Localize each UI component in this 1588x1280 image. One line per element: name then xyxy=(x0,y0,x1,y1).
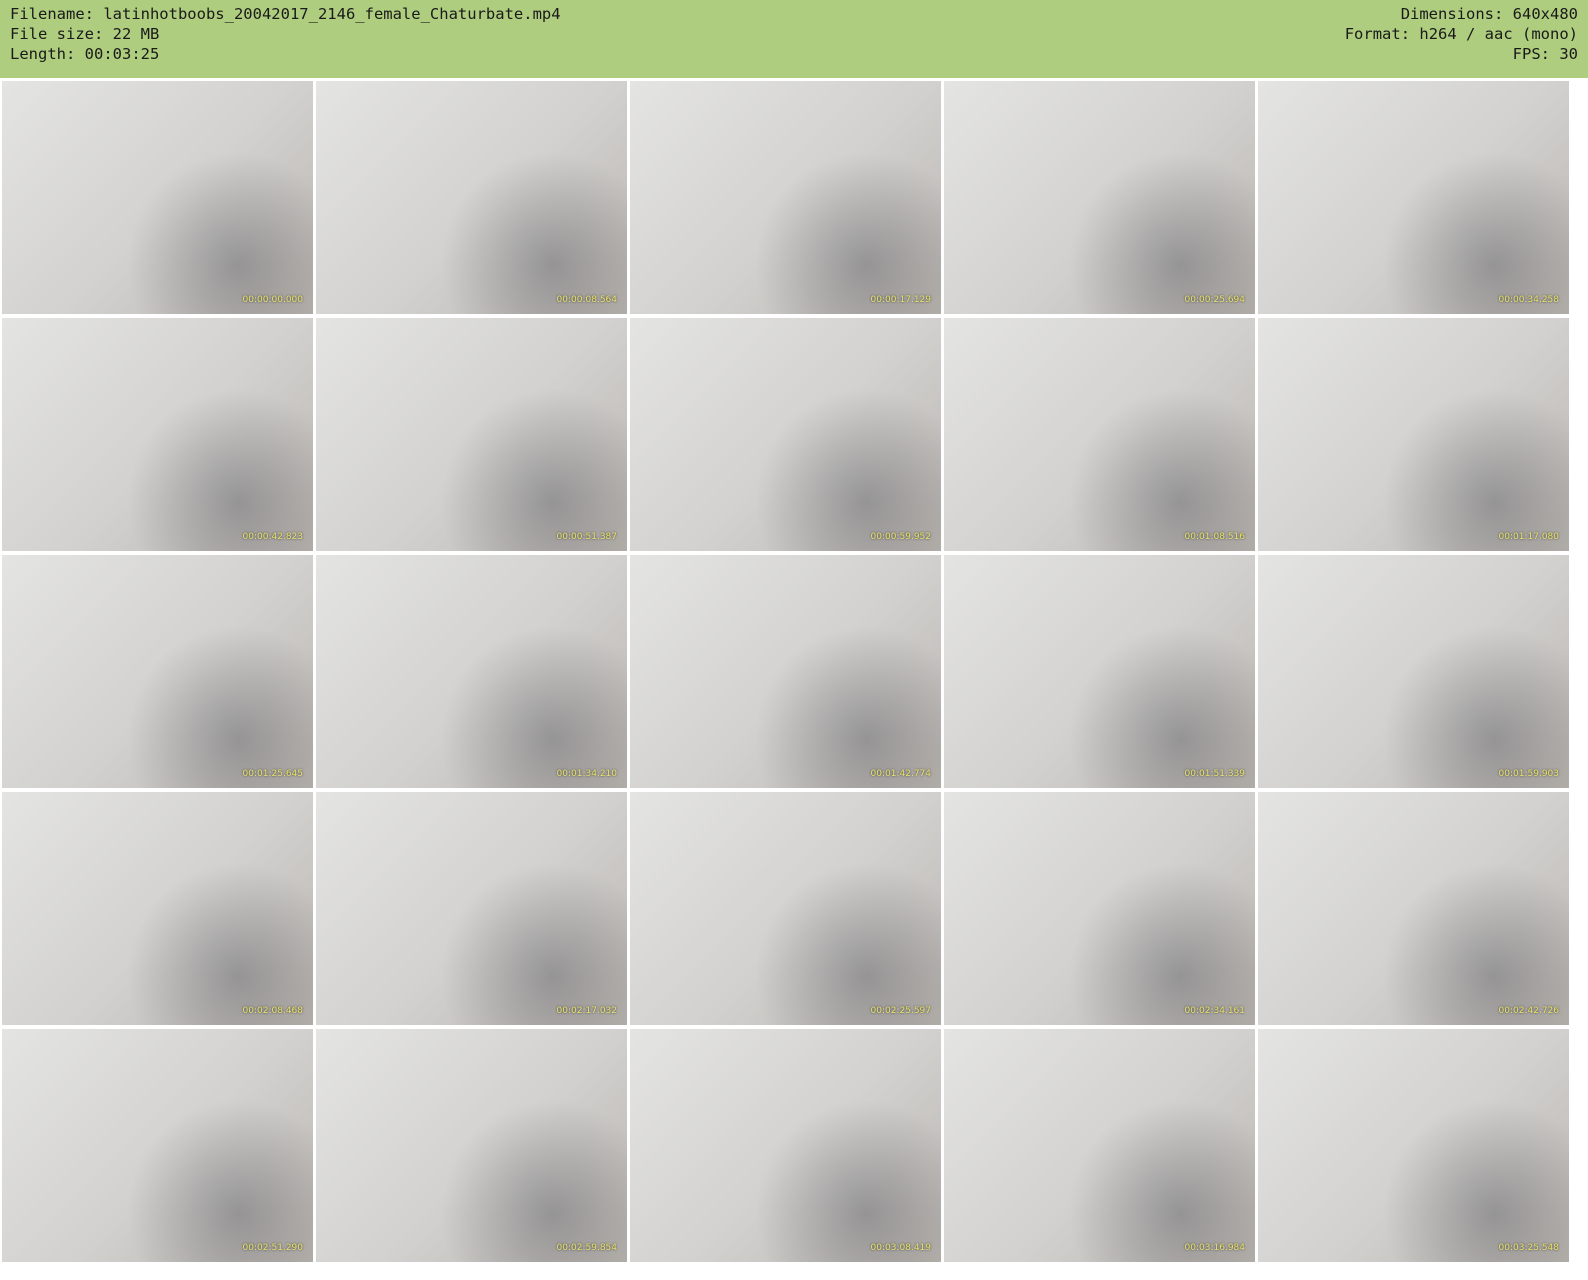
frame-timestamp: 00:03:16.984 xyxy=(1184,1243,1245,1253)
frame-timestamp: 00:00:08.564 xyxy=(556,295,617,305)
frame-timestamp: 00:03:25.548 xyxy=(1498,1243,1559,1253)
frame-timestamp: 00:00:51.387 xyxy=(556,532,617,542)
frame-image-placeholder xyxy=(1382,624,1569,788)
frame-timestamp: 00:00:34.258 xyxy=(1498,295,1559,305)
frame-timestamp: 00:02:08.468 xyxy=(242,1006,303,1016)
frame-image-placeholder xyxy=(754,624,941,788)
video-frame-thumbnail: 00:00:08.564 xyxy=(316,81,627,314)
frame-timestamp: 00:01:17.080 xyxy=(1498,532,1559,542)
file-size: File size: 22 MB xyxy=(10,25,160,43)
frame-image-placeholder xyxy=(754,861,941,1025)
video-frame-thumbnail: 00:00:00.000 xyxy=(2,81,313,314)
frame-timestamp: 00:00:59.952 xyxy=(870,532,931,542)
file-info-left: Filename: latinhotboobs_20042017_2146_fe… xyxy=(10,4,561,64)
frame-timestamp: 00:02:17.032 xyxy=(556,1006,617,1016)
frame-timestamp: 00:01:25.645 xyxy=(242,769,303,779)
frame-image-placeholder xyxy=(440,387,627,551)
video-frame-thumbnail: 00:01:08.516 xyxy=(944,318,1255,551)
file-info-right: Dimensions: 640x480 Format: h264 / aac (… xyxy=(1345,4,1578,64)
frame-image-placeholder xyxy=(754,387,941,551)
frame-timestamp: 00:02:25.597 xyxy=(870,1006,931,1016)
frame-timestamp: 00:01:42.774 xyxy=(870,769,931,779)
format: Format: h264 / aac (mono) xyxy=(1344,25,1578,43)
frame-image-placeholder xyxy=(1068,387,1255,551)
video-frame-thumbnail: 00:02:59.854 xyxy=(316,1029,627,1262)
frame-image-placeholder xyxy=(1382,150,1569,314)
video-frame-thumbnail: 00:00:59.952 xyxy=(630,318,941,551)
video-frame-thumbnail: 00:00:17.129 xyxy=(630,81,941,314)
video-frame-thumbnail: 00:02:51.290 xyxy=(2,1029,313,1262)
frame-image-placeholder xyxy=(126,387,313,551)
frame-timestamp: 00:01:59.903 xyxy=(1498,769,1559,779)
frame-timestamp: 00:02:51.290 xyxy=(242,1243,303,1253)
dimensions: Dimensions: 640x480 xyxy=(1400,5,1578,23)
video-frame-thumbnail: 00:03:25.548 xyxy=(1258,1029,1569,1262)
frame-image-placeholder xyxy=(1068,1098,1255,1262)
video-frame-thumbnail: 00:02:34.161 xyxy=(944,792,1255,1025)
frame-image-placeholder xyxy=(1068,624,1255,788)
filename: Filename: latinhotboobs_20042017_2146_fe… xyxy=(10,5,561,23)
length: Length: 00:03:25 xyxy=(10,45,160,63)
video-frame-thumbnail: 00:00:34.258 xyxy=(1258,81,1569,314)
frame-timestamp: 00:00:17.129 xyxy=(870,295,931,305)
video-frame-thumbnail: 00:02:42.726 xyxy=(1258,792,1569,1025)
frame-image-placeholder xyxy=(440,1098,627,1262)
video-frame-thumbnail: 00:01:34.210 xyxy=(316,555,627,788)
frame-image-placeholder xyxy=(126,1098,313,1262)
file-info-header: Filename: latinhotboobs_20042017_2146_fe… xyxy=(0,0,1588,78)
frame-timestamp: 00:01:34.210 xyxy=(556,769,617,779)
frame-timestamp: 00:00:00.000 xyxy=(242,295,303,305)
frame-timestamp: 00:01:51.339 xyxy=(1184,769,1245,779)
video-frame-thumbnail: 00:01:59.903 xyxy=(1258,555,1569,788)
frame-image-placeholder xyxy=(440,861,627,1025)
frame-timestamp: 00:02:42.726 xyxy=(1498,1006,1559,1016)
frame-image-placeholder xyxy=(126,624,313,788)
thumbnail-grid: 00:00:00.000 00:00:08.564 00:00:17.129 00:0… xyxy=(2,81,1569,1262)
frame-image-placeholder xyxy=(754,1098,941,1262)
video-frame-thumbnail: 00:00:25.694 xyxy=(944,81,1255,314)
video-frame-thumbnail: 00:03:08.419 xyxy=(630,1029,941,1262)
video-frame-thumbnail: 00:00:42.823 xyxy=(2,318,313,551)
frame-timestamp: 00:02:59.854 xyxy=(556,1243,617,1253)
video-frame-thumbnail: 00:01:51.339 xyxy=(944,555,1255,788)
fps: FPS: 30 xyxy=(1512,45,1578,63)
frame-image-placeholder xyxy=(1068,861,1255,1025)
video-frame-thumbnail: 00:00:51.387 xyxy=(316,318,627,551)
video-frame-thumbnail: 00:01:42.774 xyxy=(630,555,941,788)
frame-image-placeholder xyxy=(440,150,627,314)
video-frame-thumbnail: 00:01:17.080 xyxy=(1258,318,1569,551)
frame-timestamp: 00:00:42.823 xyxy=(242,532,303,542)
frame-image-placeholder xyxy=(754,150,941,314)
frame-image-placeholder xyxy=(440,624,627,788)
frame-image-placeholder xyxy=(126,150,313,314)
video-frame-thumbnail: 00:01:25.645 xyxy=(2,555,313,788)
video-frame-thumbnail: 00:02:25.597 xyxy=(630,792,941,1025)
frame-image-placeholder xyxy=(1382,1098,1569,1262)
frame-image-placeholder xyxy=(1382,387,1569,551)
video-frame-thumbnail: 00:02:17.032 xyxy=(316,792,627,1025)
frame-timestamp: 00:00:25.694 xyxy=(1184,295,1245,305)
frame-timestamp: 00:03:08.419 xyxy=(870,1243,931,1253)
video-frame-thumbnail: 00:02:08.468 xyxy=(2,792,313,1025)
frame-timestamp: 00:02:34.161 xyxy=(1184,1006,1245,1016)
frame-image-placeholder xyxy=(126,861,313,1025)
frame-timestamp: 00:01:08.516 xyxy=(1184,532,1245,542)
video-frame-thumbnail: 00:03:16.984 xyxy=(944,1029,1255,1262)
frame-image-placeholder xyxy=(1382,861,1569,1025)
frame-image-placeholder xyxy=(1068,150,1255,314)
